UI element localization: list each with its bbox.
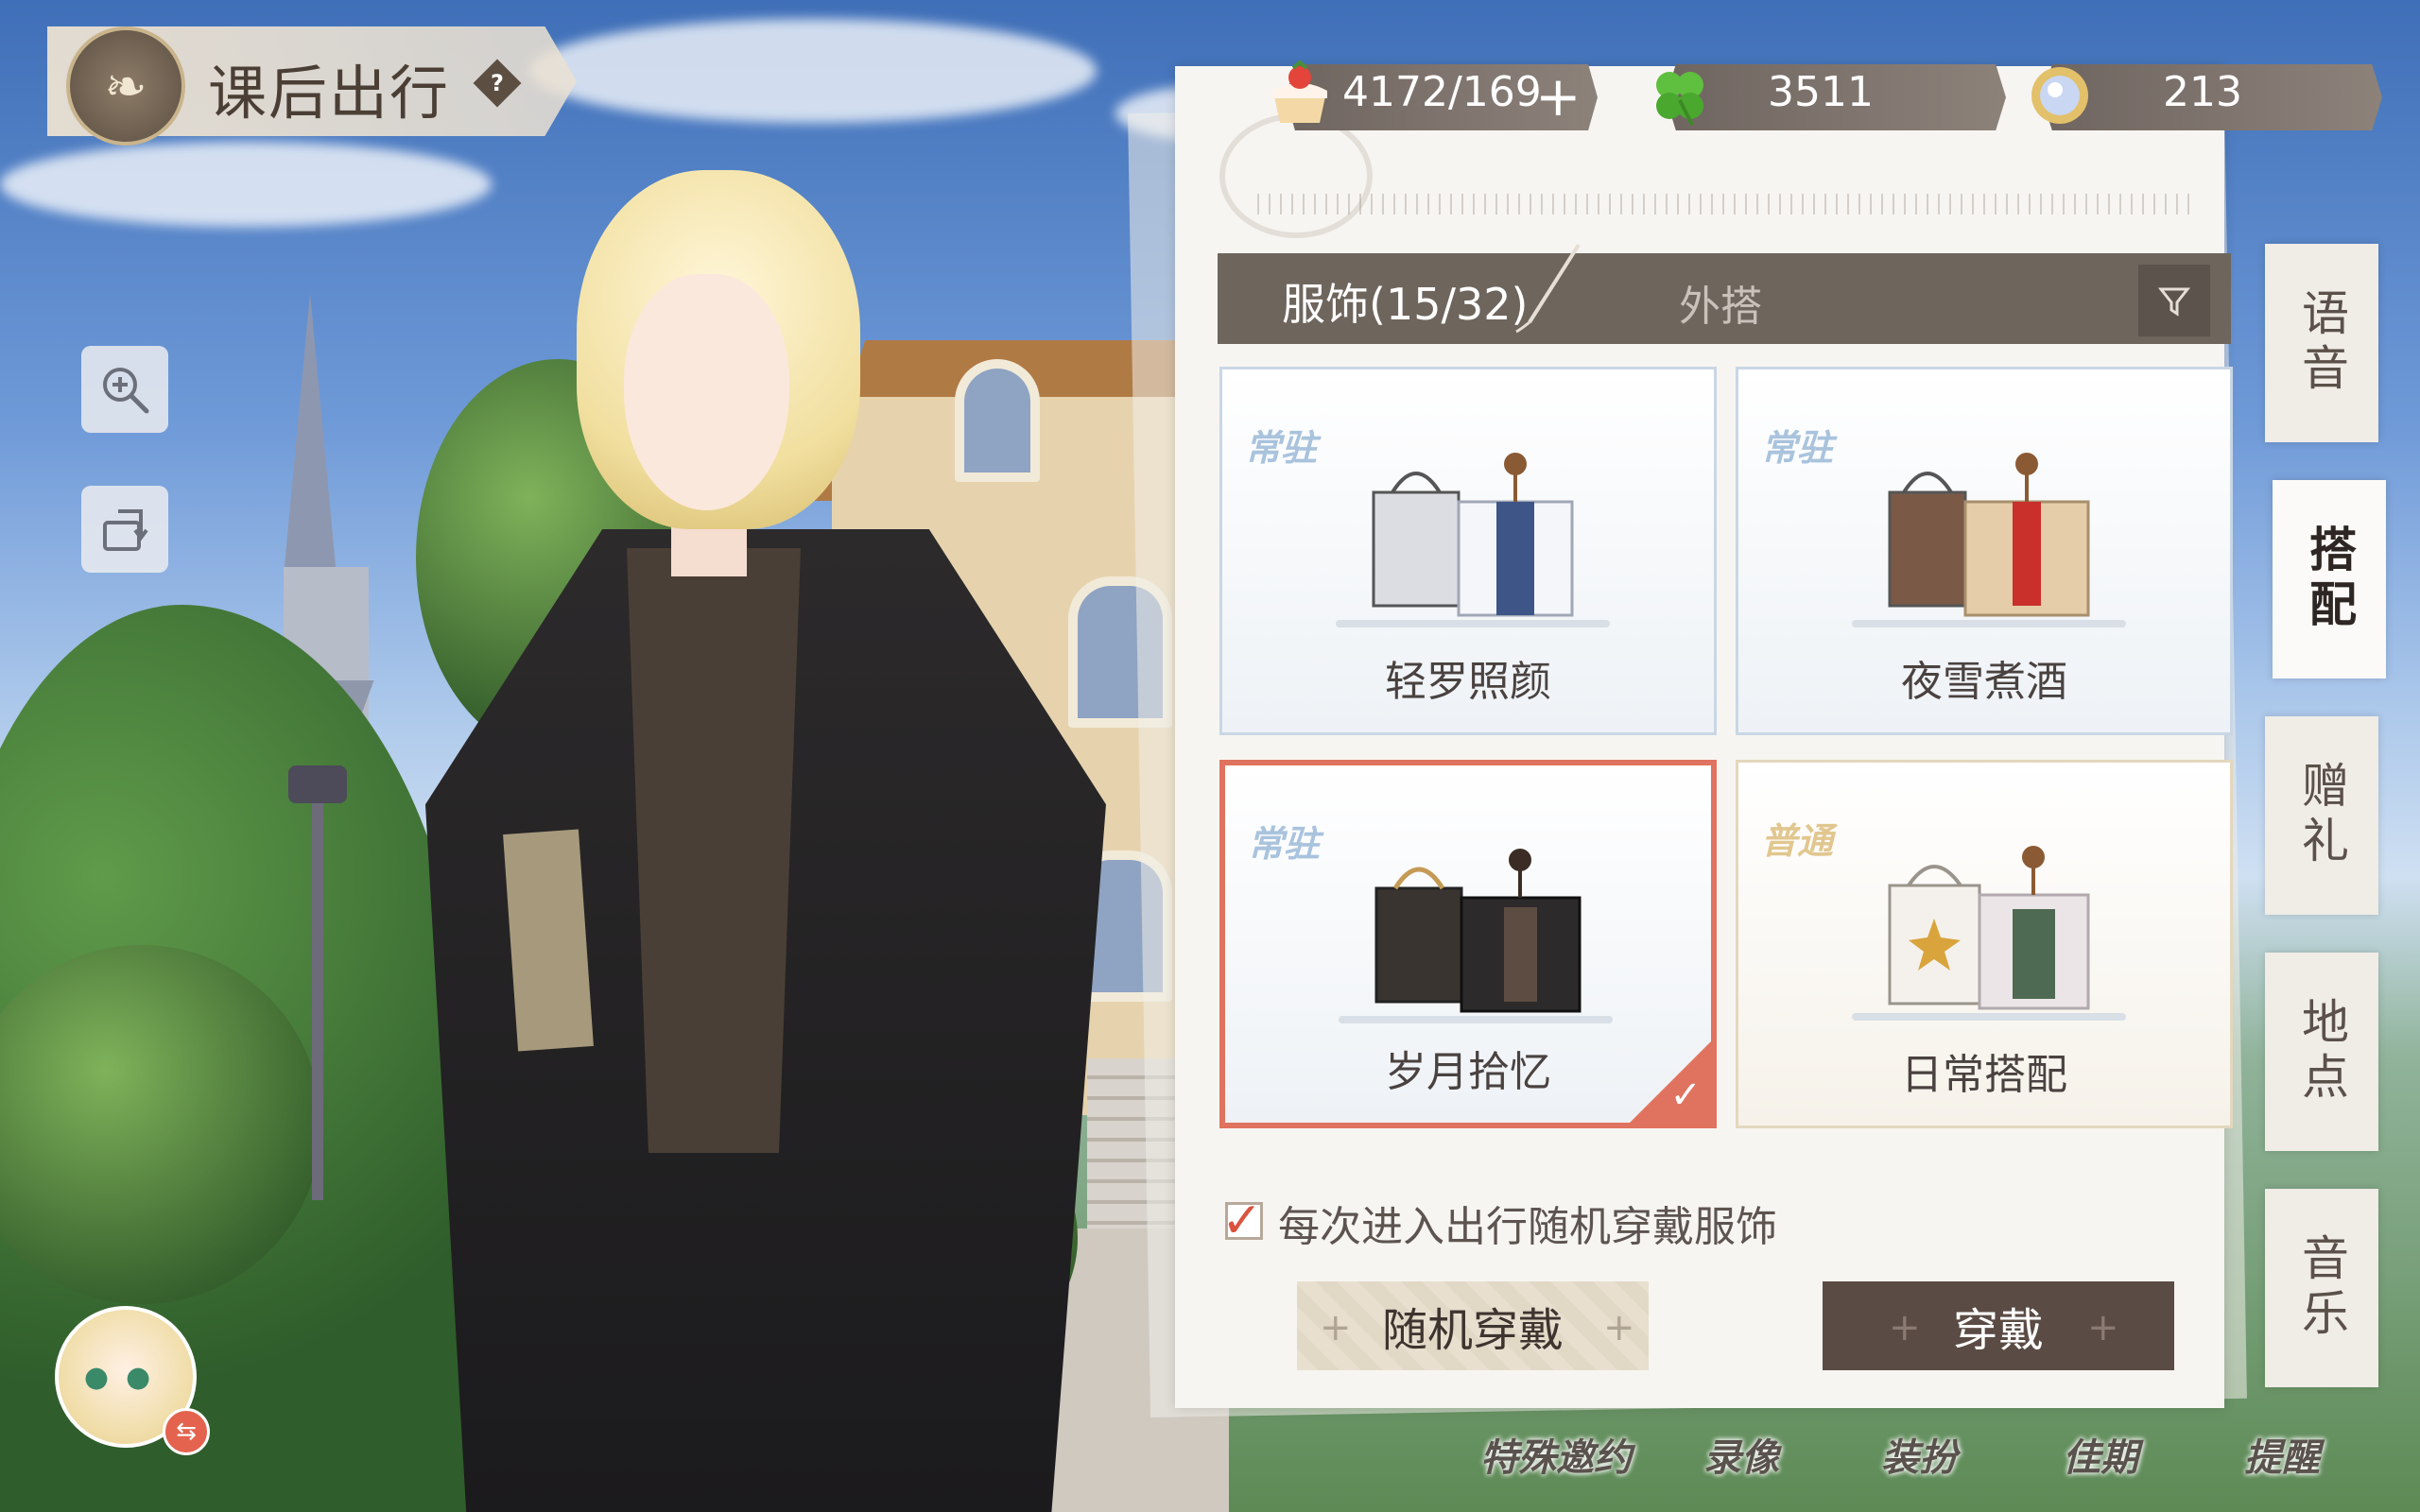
card-tag: 常驻: [1245, 427, 1318, 469]
nav-dress-up[interactable]: 装扮: [1881, 1427, 1957, 1482]
checkbox-check-icon: ✓: [1221, 1193, 1263, 1249]
outfit-illustration: [1374, 849, 1582, 1013]
subcategory-text[interactable]: 外搭: [1679, 272, 1762, 333]
category-label[interactable]: 服饰(15/32): [1282, 270, 1528, 333]
swap-icon[interactable]: ⇆: [163, 1408, 210, 1455]
display-stand: [1852, 620, 2126, 627]
brush-icon: [1515, 243, 1581, 334]
house-window: [955, 359, 1040, 482]
outfit-illustration: [1372, 453, 1574, 617]
outfit-card-selected[interactable]: 常驻 岁月拾忆 ✓: [1219, 760, 1717, 1128]
tab-gift-label: 赠礼: [2294, 761, 2349, 870]
filter-icon: [2157, 287, 2191, 317]
nav-reminder[interactable]: 提醒: [2244, 1427, 2320, 1482]
stamina-value: 4172/169: [1342, 68, 1542, 116]
tab-music[interactable]: 音乐: [2265, 1189, 2378, 1387]
nav-special-invite[interactable]: 特殊邀约: [1480, 1427, 1632, 1482]
random-wear-button-label: 随机穿戴: [1381, 1304, 1564, 1357]
butterfly-icon[interactable]: ❧: [66, 26, 185, 146]
plus-icon[interactable]: +: [1535, 68, 1582, 125]
tab-outfit-label: 搭配: [2302, 524, 2358, 634]
plus-ornament-icon: +: [1320, 1306, 1352, 1349]
zoom-button[interactable]: [81, 346, 168, 433]
tab-outfit[interactable]: 搭配: [2273, 480, 2386, 679]
card-tag: 常驻: [1761, 427, 1834, 469]
card-tag: 普通: [1761, 820, 1834, 862]
page-title: 课后出行: [208, 59, 451, 128]
cloud: [529, 19, 1097, 123]
card-tag: 常驻: [1248, 823, 1321, 865]
character-coat-patch: [503, 829, 594, 1052]
street-lamp: [312, 775, 323, 1200]
display-stand: [1336, 620, 1610, 627]
tab-music-label: 音乐: [2294, 1233, 2349, 1343]
plus-ornament-icon: +: [1889, 1306, 1921, 1349]
street-lamp-head: [288, 765, 347, 803]
ruler-decoration: [1257, 194, 2193, 215]
display-stand: [1852, 1013, 2126, 1021]
avatar-eyes: ●●: [83, 1360, 168, 1394]
church-spire: [284, 293, 337, 576]
tab-location[interactable]: 地点: [2265, 953, 2378, 1151]
plus-ornament-icon: +: [1603, 1306, 1635, 1349]
help-icon: ?: [491, 69, 504, 96]
wear-button[interactable]: 穿戴: [1823, 1281, 2174, 1370]
display-stand: [1339, 1016, 1613, 1023]
outfit-illustration: [1888, 846, 2090, 1010]
plus-ornament-icon: +: [2087, 1306, 2119, 1349]
tab-gift[interactable]: 赠礼: [2265, 716, 2378, 915]
nav-special-days[interactable]: 佳期: [2063, 1427, 2138, 1482]
random-wear-label: 每次进入出行随机穿戴服饰: [1278, 1203, 1777, 1251]
outfit-name: 日常搭配: [1901, 1051, 2067, 1099]
outfit-card[interactable]: 普通 日常搭配: [1736, 760, 2233, 1128]
rotate-screen-button[interactable]: [81, 486, 168, 573]
outfit-illustration: [1888, 453, 2090, 617]
outfit-card[interactable]: 常驻 夜雪煮酒: [1736, 367, 2233, 735]
tab-location-label: 地点: [2294, 997, 2349, 1107]
rotate-icon: [103, 509, 148, 551]
tab-voice[interactable]: 语音: [2265, 244, 2378, 442]
clover-icon: [1656, 72, 1703, 126]
character-face: [624, 274, 789, 510]
cloud: [0, 142, 492, 227]
tab-voice-label: 语音: [2294, 288, 2349, 398]
outfit-name: 岁月拾忆: [1385, 1048, 1551, 1096]
gem-icon: [2031, 67, 2088, 124]
gem-value: 213: [2163, 68, 2242, 116]
zoom-in-icon: [103, 368, 149, 414]
check-icon: ✓: [1669, 1074, 1702, 1117]
filter-button[interactable]: [2138, 265, 2210, 336]
wear-button-label: 穿戴: [1952, 1304, 2044, 1357]
crest-watermark: [1219, 113, 1373, 238]
outfit-card[interactable]: 常驻 轻罗照颜: [1219, 367, 1717, 735]
clover-value: 3511: [1768, 68, 1874, 116]
cake-icon: [1272, 60, 1327, 123]
outfit-name: 轻罗照颜: [1385, 658, 1551, 706]
outfit-name: 夜雪煮酒: [1901, 658, 2067, 706]
game-screen: ❧ 课后出行 ? ●● ⇆ 4172/169 + 3511 213 服饰(15/…: [0, 0, 2420, 1512]
nav-recording[interactable]: 录像: [1703, 1427, 1779, 1482]
